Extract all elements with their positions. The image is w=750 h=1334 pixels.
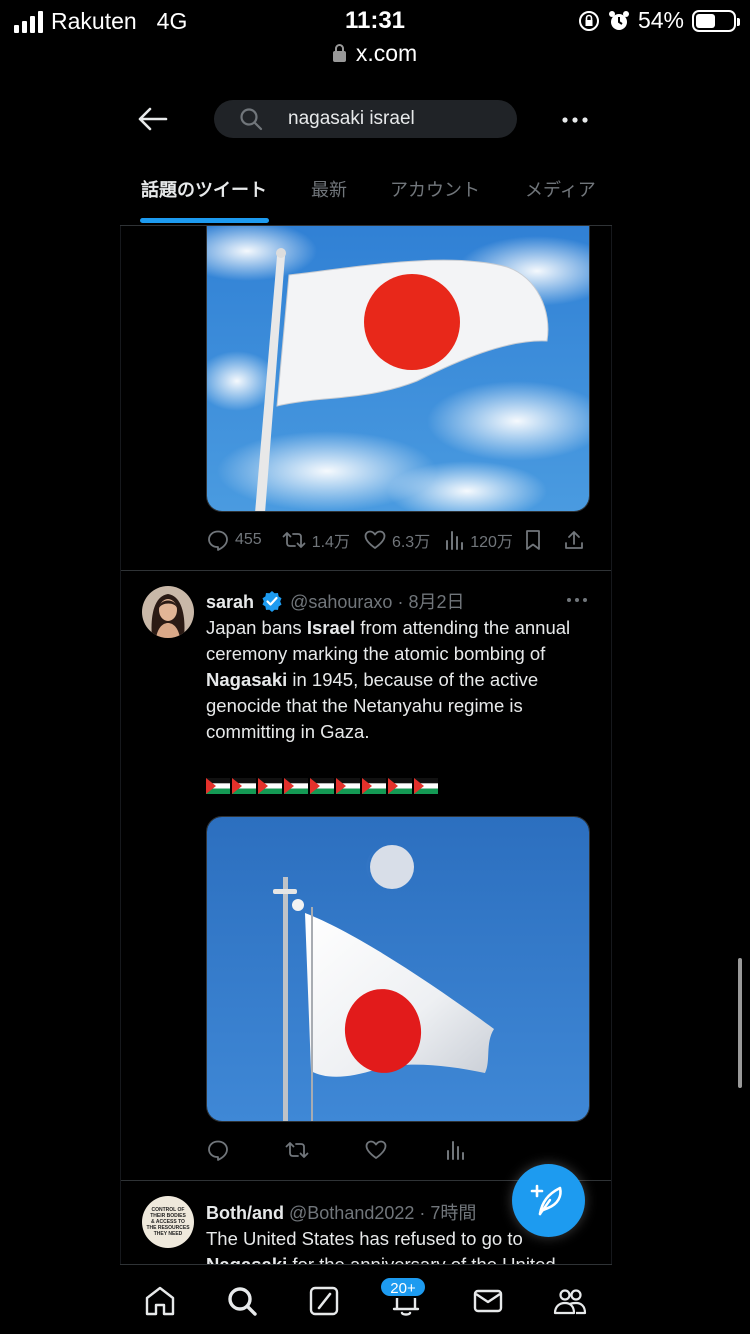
tweet-text-line: The United States has refused to go to	[206, 1228, 523, 1249]
palestine-flag-emoji	[310, 778, 334, 794]
url-text: x.com	[355, 40, 418, 66]
palestine-flag-emoji	[362, 778, 386, 794]
views-icon[interactable]	[445, 1139, 465, 1161]
timestamp[interactable]: 8月2日	[408, 592, 464, 612]
active-tab-indicator	[140, 218, 269, 223]
home-icon[interactable]	[142, 1283, 178, 1319]
views-button[interactable]: 120万	[444, 528, 513, 552]
display-name[interactable]: sarah	[206, 592, 254, 612]
messages-icon[interactable]	[470, 1283, 506, 1319]
heart-icon	[364, 530, 386, 549]
divider	[121, 570, 611, 571]
palestine-flag-emoji	[284, 778, 308, 794]
tweet-text-line: for the anniversary of the United	[287, 1254, 555, 1264]
palestine-flag-emoji	[206, 778, 230, 794]
tweet-more-icon[interactable]	[565, 596, 589, 604]
heart-icon[interactable]	[365, 1139, 387, 1161]
like-button[interactable]: 6.3万	[364, 528, 430, 552]
search-icon	[240, 108, 263, 131]
tweet-header: sarah @sahouraxo · 8月2日	[206, 591, 465, 612]
tweet-text-bold: Nagasaki	[206, 669, 288, 690]
display-name[interactable]: Both/and	[206, 1203, 284, 1223]
retweet-icon[interactable]	[285, 1139, 309, 1161]
retweet-count: 1.4万	[311, 534, 350, 551]
tweet-text: Japan bans Israel from attending the ann…	[206, 615, 596, 745]
search-input[interactable]	[288, 104, 508, 134]
url-bar[interactable]: x.com	[0, 40, 750, 67]
compose-tab-icon[interactable]	[306, 1283, 342, 1319]
tweet-header: Both/and @Bothand2022 · 7時間	[206, 1203, 477, 1223]
share-icon[interactable]	[563, 529, 585, 551]
views-icon	[446, 531, 464, 550]
bottom-nav: 20+	[120, 1264, 612, 1334]
retweet-icon	[282, 532, 306, 548]
tweet-actions	[207, 1139, 465, 1161]
palestine-flag-emoji	[414, 778, 438, 794]
more-options-icon[interactable]	[560, 110, 590, 130]
reply-icon[interactable]	[207, 1139, 229, 1161]
search-header: 話題のツイート 最新 アカウント メディア	[120, 86, 612, 226]
handle[interactable]: @sahouraxo	[290, 592, 392, 612]
palestine-flag-emoji	[258, 778, 282, 794]
tab-media[interactable]: メディア	[525, 176, 596, 202]
tab-latest[interactable]: 最新	[311, 176, 347, 202]
status-bar: Rakuten 4G 11:31 54%	[0, 0, 750, 42]
like-count: 6.3万	[391, 534, 431, 551]
tweet-text-bold: Nagasaki	[206, 1254, 287, 1264]
lock-icon	[332, 44, 346, 62]
reply-icon	[208, 530, 228, 551]
search-icon[interactable]	[224, 1283, 260, 1319]
communities-icon[interactable]	[552, 1283, 588, 1319]
orientation-lock-icon	[578, 10, 599, 31]
avatar-text-line: THEY NEED	[153, 1231, 183, 1237]
compose-feather-icon	[530, 1184, 562, 1216]
palestine-flag-emoji	[336, 778, 360, 794]
back-arrow-icon[interactable]	[134, 104, 174, 134]
battery-percent: 54%	[637, 7, 684, 33]
tab-people[interactable]: アカウント	[390, 176, 480, 202]
reply-button[interactable]: 455	[207, 529, 262, 551]
verified-badge-icon	[262, 591, 282, 612]
views-count: 120万	[470, 534, 513, 551]
avatar[interactable]	[142, 586, 194, 638]
search-box[interactable]	[214, 100, 517, 138]
tweet-actions: 455 1.4万 6.3万 120万	[207, 528, 585, 552]
notification-badge: 20+	[379, 1276, 427, 1298]
tweet-text-bold: Israel	[306, 617, 356, 638]
bookmark-icon[interactable]	[523, 529, 543, 551]
retweet-button[interactable]: 1.4万	[282, 528, 350, 552]
tweet-text-segment: Japan bans	[206, 617, 307, 638]
tab-top[interactable]: 話題のツイート	[141, 176, 267, 202]
handle[interactable]: @Bothand2022	[289, 1203, 414, 1223]
timestamp[interactable]: 7時間	[430, 1203, 476, 1223]
palestine-flags	[206, 778, 438, 794]
alarm-icon	[608, 10, 629, 30]
tweet-image[interactable]	[206, 226, 590, 512]
scrollbar[interactable]	[738, 958, 742, 1088]
tweet-image[interactable]	[206, 816, 590, 1122]
battery-icon	[692, 9, 740, 32]
palestine-flag-emoji	[388, 778, 412, 794]
search-results-feed: 455 1.4万 6.3万 120万 sarah @sahouraxo · 8月…	[120, 226, 612, 1264]
avatar[interactable]: CONTROL OF THEIR BODIES & ACCESS TO THE RES…	[142, 1196, 194, 1248]
reply-count: 455	[235, 531, 262, 548]
compose-tweet-button[interactable]	[512, 1164, 585, 1237]
palestine-flag-emoji	[232, 778, 256, 794]
search-tabs: 話題のツイート 最新 アカウント メディア	[120, 158, 612, 226]
